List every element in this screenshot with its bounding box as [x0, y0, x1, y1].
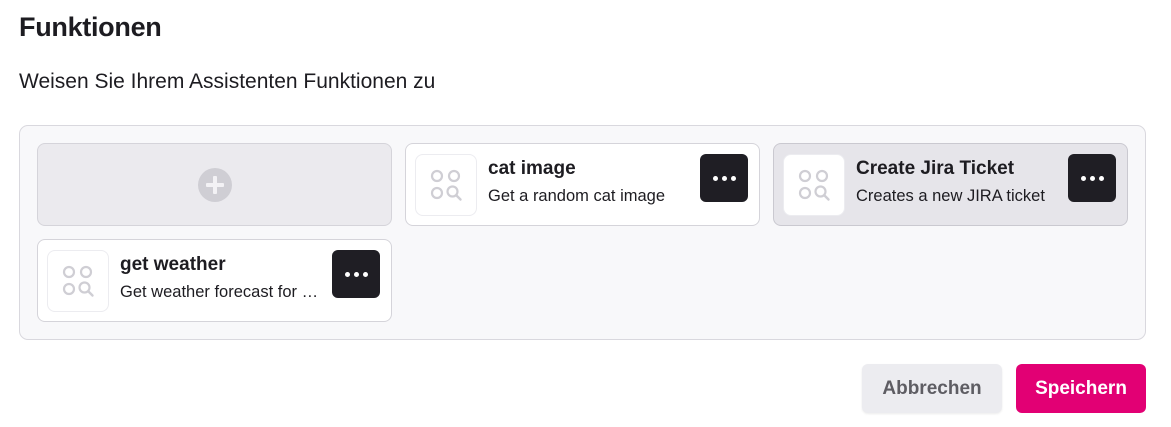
plus-circle-icon	[197, 167, 232, 202]
more-options-button[interactable]	[1068, 154, 1116, 202]
section-subtitle: Weisen Sie Ihrem Assistenten Funktionen …	[19, 70, 436, 93]
function-description: Get a random cat image	[488, 187, 666, 205]
function-search-icon	[47, 250, 109, 312]
function-name: get weather	[120, 254, 226, 275]
function-name: Create Jira Ticket	[856, 158, 1015, 179]
functions-grid: cat image Get a random cat image Create …	[19, 125, 1146, 340]
more-options-button[interactable]	[332, 250, 380, 298]
more-horizontal-icon	[344, 271, 350, 277]
functions-dialog: Funktionen Weisen Sie Ihrem Assistenten …	[0, 0, 1171, 427]
cancel-button[interactable]: Abbrechen	[862, 364, 1002, 413]
function-card-cat-image[interactable]: cat image Get a random cat image	[405, 143, 760, 226]
add-function-button[interactable]	[37, 143, 392, 226]
save-button[interactable]: Speichern	[1016, 364, 1146, 413]
function-description: Get weather forecast for a location	[120, 283, 320, 301]
more-horizontal-icon	[1080, 175, 1086, 181]
function-description: Creates a new JIRA ticket	[856, 187, 1045, 205]
more-options-button[interactable]	[700, 154, 748, 202]
more-horizontal-icon	[712, 175, 718, 181]
section-title: Funktionen	[19, 12, 162, 42]
function-name: cat image	[488, 158, 576, 179]
function-search-icon	[783, 154, 845, 216]
function-card-create-jira-ticket[interactable]: Create Jira Ticket Creates a new JIRA ti…	[773, 143, 1128, 226]
function-card-get-weather[interactable]: get weather Get weather forecast for a l…	[37, 239, 392, 322]
function-search-icon	[415, 154, 477, 216]
